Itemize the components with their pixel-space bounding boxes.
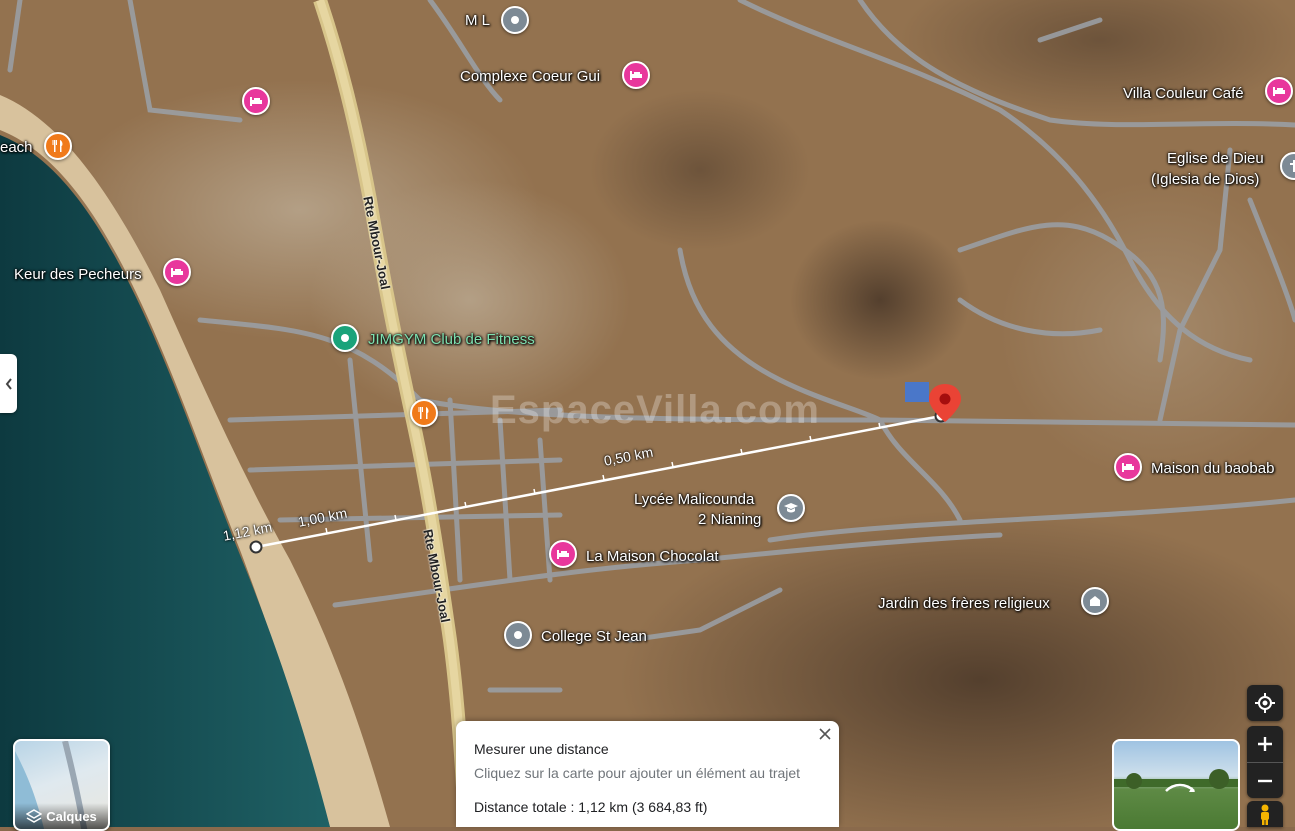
close-icon — [819, 728, 831, 740]
school-icon[interactable] — [777, 494, 805, 522]
place-label-keur-pecheurs[interactable]: Keur des Pecheurs — [14, 265, 142, 284]
place-label-maison-chocolat[interactable]: La Maison Chocolat — [586, 547, 719, 566]
crosshair-icon — [1255, 693, 1275, 713]
zoom-controls — [1247, 726, 1283, 798]
street-view-preview — [1114, 769, 1238, 792]
plus-icon — [1258, 737, 1272, 751]
pegman-icon — [1261, 804, 1269, 825]
measure-start-point — [249, 540, 263, 554]
place-label-lycee-2[interactable]: 2 Nianing — [698, 510, 761, 529]
zoom-in-button[interactable] — [1247, 726, 1283, 762]
my-location-button[interactable] — [1247, 685, 1283, 721]
chevron-left-icon — [5, 377, 12, 390]
watermark: EspaceVilla.com — [490, 388, 820, 432]
place-label-eglise-2[interactable]: (Iglesia de Dios) — [1151, 170, 1259, 189]
hotel-icon[interactable] — [242, 87, 270, 115]
place-label-jimgym[interactable]: JIMGYM Club de Fitness — [368, 330, 535, 349]
place-label-college[interactable]: College St Jean — [541, 627, 647, 646]
minus-icon — [1258, 779, 1272, 782]
fitness-icon[interactable] — [331, 324, 359, 352]
place-label-villa-couleur[interactable]: Villa Couleur Café — [1123, 84, 1244, 103]
layers-label: Calques — [46, 808, 97, 824]
place-label-jardin[interactable]: Jardin des frères religieux — [878, 594, 1050, 613]
pegman-button[interactable] — [1247, 801, 1283, 827]
restaurant-icon[interactable] — [410, 399, 438, 427]
place-pin-icon[interactable] — [504, 621, 532, 649]
place-pin-icon[interactable] — [501, 6, 529, 34]
hotel-icon[interactable] — [1114, 453, 1142, 481]
hotel-icon[interactable] — [1265, 77, 1293, 105]
measure-distance-panel: Mesurer une distance Cliquez sur la cart… — [456, 721, 839, 827]
hotel-icon[interactable] — [622, 61, 650, 89]
monastery-icon[interactable] — [1081, 587, 1109, 615]
hotel-icon[interactable] — [163, 258, 191, 286]
place-label-ml[interactable]: M L — [465, 11, 490, 30]
place-label-maison-baobab[interactable]: Maison du baobab — [1151, 459, 1274, 478]
place-label-eglise-1[interactable]: Eglise de Dieu — [1167, 149, 1264, 168]
measure-panel-total: Distance totale : 1,12 km (3 684,83 ft) — [474, 799, 708, 815]
collapse-panel-button[interactable] — [0, 354, 17, 413]
measure-panel-hint: Cliquez sur la carte pour ajouter un élé… — [474, 765, 801, 781]
restaurant-icon[interactable] — [44, 132, 72, 160]
hotel-icon[interactable] — [549, 540, 577, 568]
place-label-beach[interactable]: each — [0, 138, 33, 157]
zoom-out-button[interactable] — [1247, 762, 1283, 798]
place-label-coeur-gui[interactable]: Complexe Coeur Gui — [460, 67, 600, 86]
layers-button[interactable]: Calques — [13, 739, 110, 831]
place-label-lycee-1[interactable]: Lycée Malicounda — [634, 490, 754, 509]
street-view-thumbnail[interactable] — [1112, 739, 1240, 831]
layers-icon — [26, 809, 43, 823]
measure-panel-title: Mesurer une distance — [474, 741, 609, 757]
close-button[interactable] — [815, 724, 835, 744]
